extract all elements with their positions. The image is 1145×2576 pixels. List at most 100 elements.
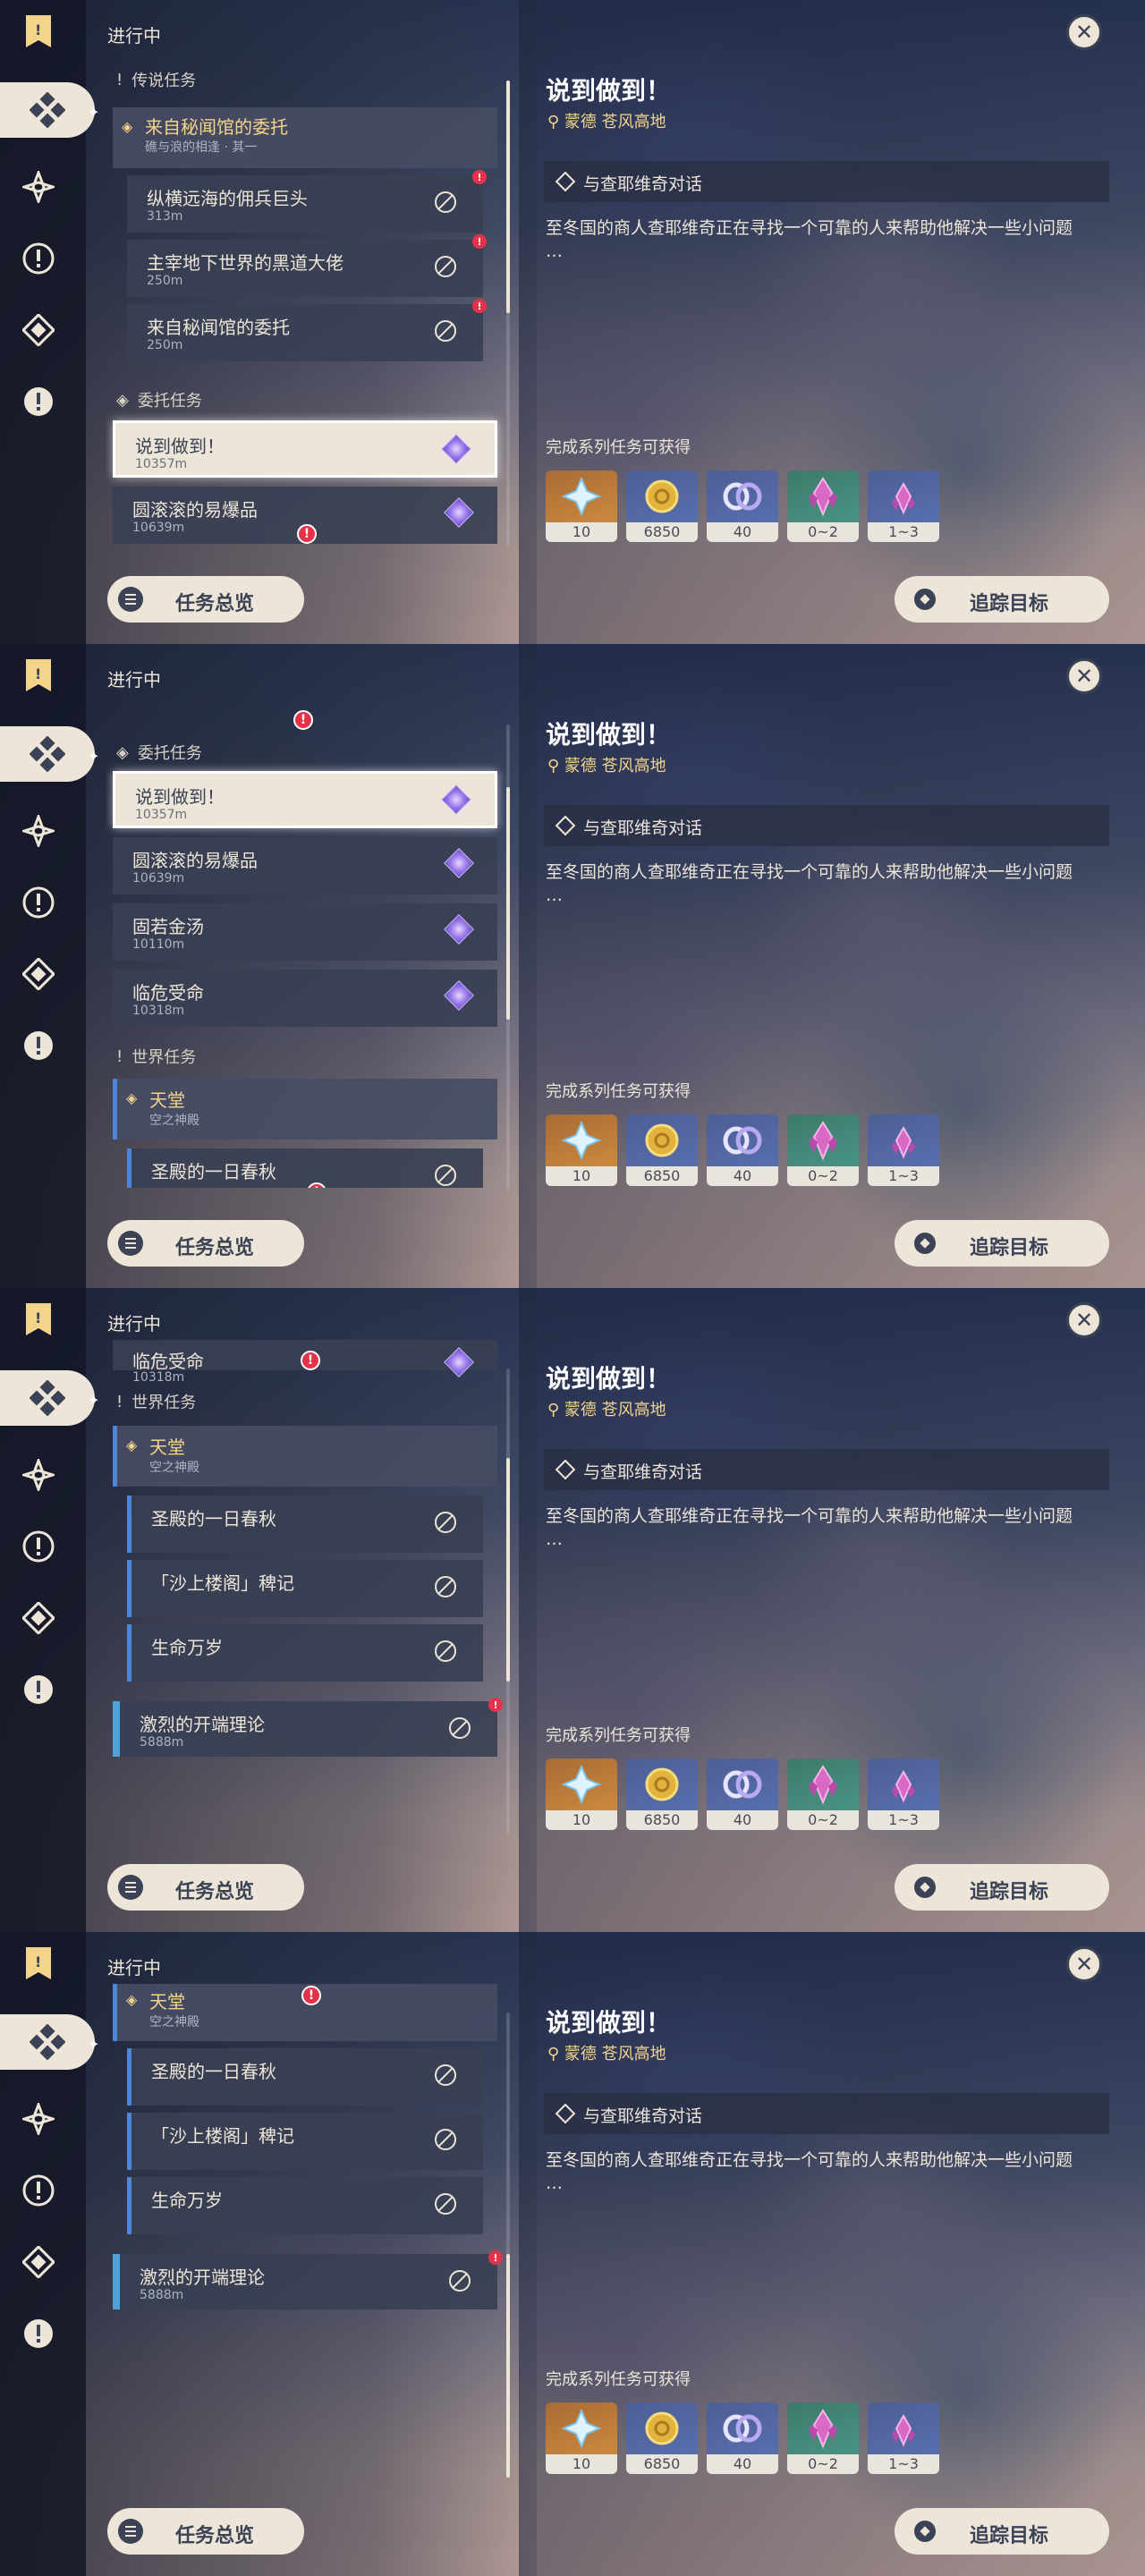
- reward-item[interactable]: 0~2: [787, 1114, 859, 1186]
- close-button[interactable]: ✕: [1066, 658, 1102, 694]
- reward-item[interactable]: 6850: [626, 2402, 698, 2474]
- list-scrollbar[interactable]: [506, 80, 510, 546]
- reward-item[interactable]: 40: [707, 470, 778, 542]
- reward-item[interactable]: 10: [546, 1114, 617, 1186]
- reward-item[interactable]: 6850: [626, 470, 698, 542]
- world-quest-item[interactable]: 生命万岁: [127, 1624, 483, 1682]
- commission-item[interactable]: 临危受命 10318m: [113, 970, 497, 1027]
- legend-quest-item[interactable]: 来自秘闻馆的委托 250m !: [127, 299, 487, 361]
- commission-item[interactable]: 临危受命 10318m !: [113, 1340, 497, 1385]
- quest-book-icon[interactable]: !: [20, 657, 57, 694]
- quest-book-icon[interactable]: !: [20, 13, 57, 50]
- rail-tab-world-icon[interactable]: [20, 2172, 57, 2209]
- legend-group-header[interactable]: ◈ 来自秘闻馆的委托 礁与浪的相逢 · 其一: [113, 107, 497, 168]
- commission-item-selected[interactable]: 说到做到！ 10357m: [113, 420, 497, 478]
- quest-overview-button[interactable]: 任务总览: [107, 576, 304, 623]
- rail-tab-archon-icon[interactable]: [20, 1456, 57, 1494]
- world-quest-item[interactable]: 「沙上楼阁」稗记: [127, 2113, 483, 2170]
- close-button[interactable]: ✕: [1066, 14, 1102, 50]
- standalone-quest-item[interactable]: 激烈的开端理论 5888m !: [113, 1698, 503, 1757]
- reward-item[interactable]: 0~2: [787, 2402, 859, 2474]
- world-quest-item[interactable]: 「沙上楼阁」稗记: [127, 1560, 483, 1617]
- world-group-header[interactable]: ◈ 天堂 空之神殿 !: [113, 1984, 497, 2041]
- commission-item[interactable]: 圆滚滚的易爆品 10639m !: [113, 487, 497, 544]
- legend-quest-item[interactable]: 纵横远海的佣兵巨头 313m !: [127, 170, 487, 233]
- list-scrollbar[interactable]: [506, 2012, 510, 2478]
- world-quest-item[interactable]: 圣殿的一日春秋: [127, 1496, 483, 1553]
- world-quest-item[interactable]: 圣殿的一日春秋 !: [127, 1148, 483, 1188]
- rail-tab-world-icon[interactable]: [20, 240, 57, 277]
- track-target-button[interactable]: 追踪目标: [895, 1864, 1109, 1911]
- reward-item[interactable]: 40: [707, 1758, 778, 1830]
- reward-item[interactable]: 40: [707, 1114, 778, 1186]
- rail-tab-legend-icon[interactable]: [20, 955, 57, 993]
- scroll-thumb[interactable]: [506, 787, 510, 1020]
- rail-tab-archon-icon[interactable]: [20, 812, 57, 850]
- rail-tab-commission-active[interactable]: [0, 2014, 95, 2070]
- scroll-thumb[interactable]: [506, 80, 510, 313]
- reward-item[interactable]: 1~3: [868, 1758, 939, 1830]
- close-button[interactable]: ✕: [1066, 1946, 1102, 1982]
- standalone-quest-item[interactable]: 激烈的开端理论 5888m !: [113, 2250, 503, 2309]
- close-button[interactable]: ✕: [1066, 1302, 1102, 1338]
- reward-item[interactable]: 10: [546, 1758, 617, 1830]
- world-quest-item[interactable]: 生命万岁: [127, 2177, 483, 2234]
- quest-step: 与查耶维奇对话: [544, 1449, 1109, 1490]
- commission-item[interactable]: 圆滚滚的易爆品 10639m: [113, 837, 497, 894]
- quest-panel-3: ! ✦ 进行中 ✕ 临危受命 10318m ! ! 世界任务 ◈ 天堂 空之神殿 …: [0, 1288, 1145, 1932]
- reward-item[interactable]: 1~3: [868, 470, 939, 542]
- rewards-title: 完成系列任务可获得: [546, 1726, 691, 1745]
- rail-tab-commission-active[interactable]: [0, 1370, 95, 1426]
- quest-location: ⚲ 蒙德 苍风高地: [547, 757, 666, 775]
- reward-item[interactable]: 1~3: [868, 2402, 939, 2474]
- rail-tab-event-icon[interactable]: [20, 1671, 57, 1708]
- rail-tab-commission-active[interactable]: [0, 726, 95, 782]
- close-icon: ✕: [1074, 20, 1094, 45]
- rail-tab-commission-active[interactable]: [0, 82, 95, 138]
- reward-item[interactable]: 10: [546, 2402, 617, 2474]
- mora-icon: [645, 1123, 679, 1157]
- list-scrollbar[interactable]: [506, 724, 510, 1190]
- rail-tab-legend-icon[interactable]: [20, 1599, 57, 1637]
- reward-item[interactable]: 6850: [626, 1114, 698, 1186]
- rail-tab-event-icon[interactable]: [20, 1027, 57, 1064]
- svg-text:!: !: [35, 665, 41, 682]
- commission-item-selected[interactable]: 说到做到！ 10357m: [113, 771, 497, 828]
- section-title: 进行中: [107, 1313, 161, 1335]
- reward-item[interactable]: 0~2: [787, 470, 859, 542]
- track-target-button[interactable]: 追踪目标: [895, 1220, 1109, 1267]
- rail-tab-world-icon[interactable]: [20, 884, 57, 921]
- rail-tab-world-icon[interactable]: [20, 1528, 57, 1565]
- quest-overview-button[interactable]: 任务总览: [107, 1220, 304, 1267]
- commission-item[interactable]: 固若金汤 10110m: [113, 903, 497, 961]
- track-target-button[interactable]: 追踪目标: [895, 2508, 1109, 2555]
- side-rail: !: [0, 0, 95, 644]
- quest-overview-button[interactable]: 任务总览: [107, 1864, 304, 1911]
- scroll-thumb[interactable]: [506, 2254, 510, 2478]
- quest-overview-button[interactable]: 任务总览: [107, 2508, 304, 2555]
- rail-tab-legend-icon[interactable]: [20, 311, 57, 349]
- legend-quest-item[interactable]: 主宰地下世界的黑道大佬 250m !: [127, 234, 487, 297]
- quest-book-icon[interactable]: !: [20, 1945, 57, 1982]
- quest-location: ⚲ 蒙德 苍风高地: [547, 2045, 666, 2063]
- reward-item[interactable]: 0~2: [787, 1758, 859, 1830]
- world-group-header[interactable]: ◈ 天堂 空之神殿: [113, 1079, 497, 1140]
- scroll-thumb[interactable]: [506, 1458, 510, 1682]
- quest-book-icon[interactable]: !: [20, 1301, 57, 1338]
- world-quest-item[interactable]: 圣殿的一日春秋: [127, 2048, 483, 2106]
- reward-item[interactable]: 10: [546, 470, 617, 542]
- rail-tab-event-icon[interactable]: [20, 383, 57, 420]
- world-group-header[interactable]: ◈ 天堂 空之神殿: [113, 1426, 497, 1487]
- reward-item[interactable]: 1~3: [868, 1114, 939, 1186]
- rail-tab-archon-icon[interactable]: [20, 168, 57, 206]
- track-target-button[interactable]: 追踪目标: [895, 576, 1109, 623]
- rail-tab-event-icon[interactable]: [20, 2315, 57, 2352]
- category-commission: ◈ 委托任务: [116, 390, 202, 411]
- reward-item[interactable]: 6850: [626, 1758, 698, 1830]
- category-commission: ◈ 委托任务: [116, 742, 202, 764]
- reward-item[interactable]: 40: [707, 2402, 778, 2474]
- crystal-icon: [809, 1765, 837, 1805]
- rail-tab-legend-icon[interactable]: [20, 2243, 57, 2281]
- rail-tab-archon-icon[interactable]: [20, 2100, 57, 2138]
- list-scrollbar[interactable]: [506, 1368, 510, 1834]
